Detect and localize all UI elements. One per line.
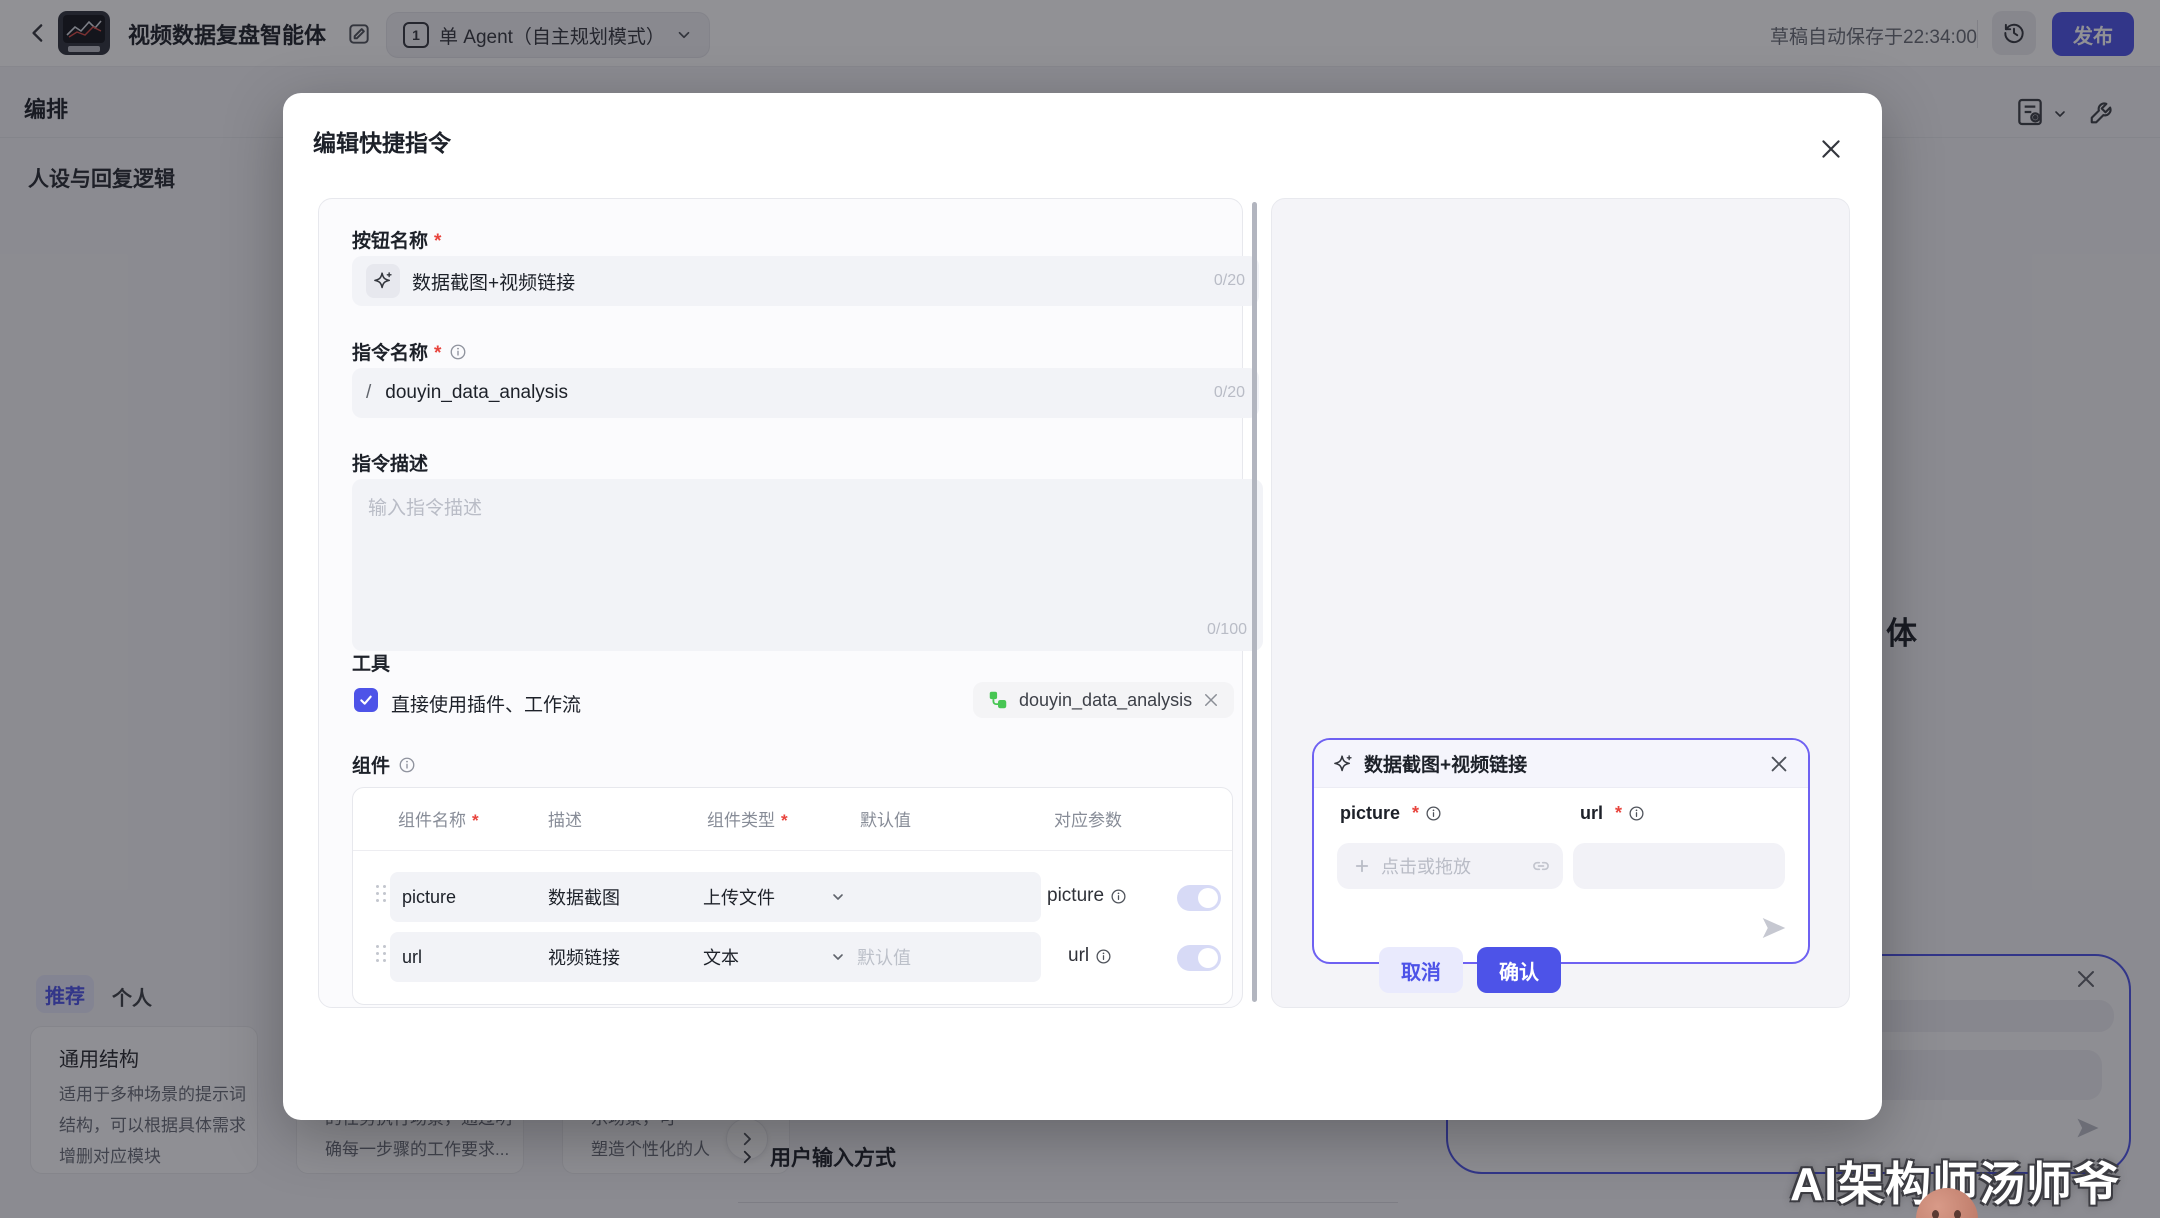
col-header-type: 组件类型* [707, 806, 788, 831]
chevron-down-icon [830, 889, 846, 905]
table-header-divider [353, 850, 1232, 851]
link-attach-button[interactable] [1518, 843, 1563, 889]
confirm-button[interactable]: 确认 [1477, 947, 1561, 993]
close-icon[interactable] [1768, 753, 1790, 775]
preview-card-title: 数据截图+视频链接 [1364, 750, 1758, 777]
param-mapping-label: picture [1047, 885, 1127, 907]
form-scrollbar[interactable] [1252, 202, 1257, 1002]
command-desc-textarea[interactable]: 输入指令描述 0/100 [352, 479, 1263, 651]
use-plugin-label: 直接使用插件、工作流 [391, 690, 581, 717]
shortcut-preview-panel: 数据截图+视频链接 picture* url* 点击或拖放 [1271, 198, 1850, 1008]
button-name-counter: 0/20 [1214, 272, 1245, 290]
workflow-tag-label: douyin_data_analysis [1019, 690, 1192, 711]
info-icon[interactable] [1425, 805, 1442, 822]
component-default-input[interactable]: 默认值 [845, 932, 1041, 982]
sparkle-icon [1332, 753, 1354, 775]
drag-handle[interactable] [376, 945, 386, 969]
component-type-select[interactable]: 文本 [691, 932, 858, 982]
button-name-label: 按钮名称* [352, 226, 441, 253]
info-icon[interactable] [398, 756, 416, 774]
chevron-down-icon [830, 949, 846, 965]
workflow-icon [987, 689, 1009, 711]
component-default-input[interactable] [845, 872, 1041, 922]
close-icon[interactable] [1818, 136, 1844, 162]
info-icon[interactable] [1628, 805, 1645, 822]
col-header-name: 组件名称* [398, 806, 479, 831]
tools-label: 工具 [352, 649, 390, 676]
preview-url-label: url* [1580, 803, 1645, 824]
component-type-select[interactable]: 上传文件 [691, 872, 858, 922]
modal-title: 编辑快捷指令 [313, 124, 451, 158]
info-icon[interactable] [1095, 948, 1112, 965]
preview-card-header: 数据截图+视频链接 [1314, 740, 1808, 788]
use-plugin-checkbox[interactable] [354, 688, 378, 712]
command-desc-counter: 0/100 [1207, 621, 1247, 639]
app-window: 视频数据复盘智能体 1 单 Agent（自主规划模式） 草稿自动保存于22:34… [0, 0, 2160, 1218]
link-icon [1531, 856, 1551, 876]
param-mapping-label: url [1068, 945, 1112, 967]
components-table: 组件名称* 描述 组件类型* 默认值 对应参数 picture 数据截图 上传文… [352, 787, 1233, 1005]
button-name-value: 数据截图+视频链接 [412, 268, 1202, 295]
url-input[interactable] [1573, 843, 1785, 889]
component-name-input[interactable]: picture [390, 872, 549, 922]
preview-picture-label: picture* [1340, 803, 1442, 824]
command-name-input[interactable]: / douyin_data_analysis 0/20 [352, 368, 1259, 418]
info-icon[interactable] [1110, 888, 1127, 905]
check-icon [358, 692, 374, 708]
button-name-input[interactable]: 数据截图+视频链接 0/20 [352, 256, 1259, 306]
remove-tag-icon[interactable] [1202, 691, 1220, 709]
drag-handle[interactable] [376, 885, 386, 909]
col-header-param: 对应参数 [1054, 806, 1122, 831]
send-icon[interactable] [1759, 913, 1789, 948]
col-header-default: 默认值 [860, 806, 911, 831]
param-toggle[interactable] [1177, 945, 1221, 971]
sparkle-icon[interactable] [366, 264, 400, 298]
col-header-desc: 描述 [548, 806, 582, 831]
command-desc-label: 指令描述 [352, 449, 428, 476]
components-label: 组件 [352, 751, 416, 778]
component-desc-input[interactable]: 数据截图 [536, 872, 704, 922]
command-desc-placeholder: 输入指令描述 [368, 493, 482, 520]
command-name-value: douyin_data_analysis [385, 382, 1200, 404]
plus-icon [1353, 857, 1371, 875]
param-toggle[interactable] [1177, 885, 1221, 911]
command-name-label: 指令名称* [352, 338, 467, 365]
slash-prefix: / [366, 382, 371, 404]
upload-dropzone[interactable]: 点击或拖放 [1337, 843, 1540, 889]
workflow-tag[interactable]: douyin_data_analysis [973, 682, 1234, 718]
component-desc-input[interactable]: 视频链接 [536, 932, 704, 982]
info-icon[interactable] [449, 343, 467, 361]
upload-label: 点击或拖放 [1381, 853, 1471, 879]
shortcut-form-panel: 按钮名称* 数据截图+视频链接 0/20 指令名称* / douyin_data… [318, 198, 1243, 1008]
cancel-button[interactable]: 取消 [1379, 947, 1463, 993]
component-name-input[interactable]: url [390, 932, 549, 982]
command-name-counter: 0/20 [1214, 384, 1245, 402]
shortcut-preview-card: 数据截图+视频链接 picture* url* 点击或拖放 [1312, 738, 1810, 964]
